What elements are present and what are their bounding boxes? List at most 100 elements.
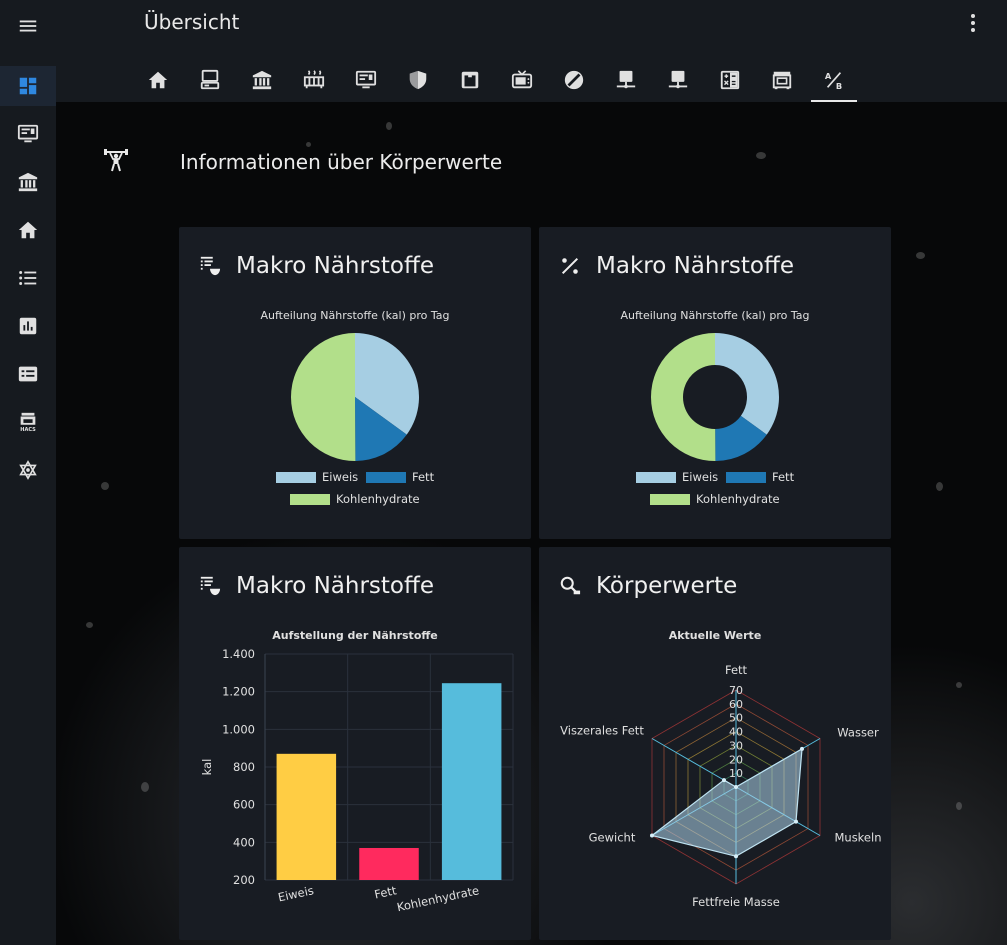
legend-item-eiweis[interactable]: Eiweis	[636, 470, 718, 484]
bar-fett	[359, 847, 419, 880]
radar-tick-label: 50	[729, 712, 743, 725]
x-tick-label: Fett	[373, 883, 398, 901]
radar-tick-label: 30	[729, 739, 743, 752]
page-title: Übersicht	[144, 10, 240, 34]
stove-icon	[772, 71, 792, 90]
monitor-icon	[17, 124, 39, 143]
legend-item-kohlenhydrate[interactable]: Kohlenhydrate	[650, 492, 780, 506]
legend-label: Eiweis	[682, 470, 719, 484]
radar-point-fettfreie-masse	[734, 854, 738, 859]
radar-tick-label: 10	[729, 767, 743, 780]
x-tick-label: Kohlenhydrate	[396, 883, 481, 914]
home-icon	[18, 221, 38, 239]
slice-kohlenhydrate	[290, 333, 356, 461]
radar-point-fett	[734, 785, 738, 789]
legend-item-kohlenhydrate[interactable]: Kohlenhydrate	[290, 492, 420, 506]
card-pie-makro: Makro Nährstoffe Aufteilung Nährstoffe (…	[179, 227, 531, 539]
tab-calculator[interactable]	[704, 58, 756, 102]
app-header: Übersicht AB	[56, 0, 1007, 102]
radiator-icon	[303, 70, 325, 89]
slice-eiweis	[715, 333, 779, 435]
more-vert-icon[interactable]	[963, 12, 983, 34]
legend-item-fett[interactable]: Fett	[726, 470, 794, 484]
y-tick-label: 1.000	[222, 722, 255, 736]
legend-label: Kohlenhydrate	[696, 492, 780, 506]
view-tabs: AB	[132, 58, 860, 102]
dashboard-icon	[19, 77, 37, 95]
radar-tick-label: 70	[729, 684, 743, 697]
sidebar-item-chart[interactable]	[0, 306, 56, 346]
shield-icon	[409, 70, 427, 90]
legend-item-fett[interactable]: Fett	[366, 470, 434, 484]
card-bar-makro: Makro Nährstoffe Aufstellung der Nährsto…	[179, 547, 531, 940]
tab-safe[interactable]	[444, 58, 496, 102]
bar-chart: 200 400 600 800 1.000 1.200 1.400 kal Eiweis Fett…	[200, 647, 514, 914]
gauge-icon	[564, 70, 584, 90]
hacs-icon: HACS	[20, 412, 36, 433]
legend-label: Fett	[772, 470, 795, 484]
radar-axis-label: Fettfreie Masse	[692, 895, 780, 909]
sidebar-item-dashboard[interactable]	[0, 66, 56, 106]
radar-axis-label: Viszerales Fett	[560, 724, 644, 738]
legend-label: Fett	[412, 470, 435, 484]
safe-icon	[461, 71, 479, 89]
tab-ab-testing[interactable]: AB	[808, 58, 860, 102]
radar-axis-label: Wasser	[837, 726, 879, 740]
network-icon	[19, 460, 37, 480]
radar-axis-label: Muskeln	[834, 831, 881, 845]
legend-label: Eiweis	[322, 470, 359, 484]
monitor-icon	[355, 70, 377, 89]
bank-icon	[252, 70, 272, 90]
tab-tv[interactable]	[496, 58, 548, 102]
sidebar-item-home[interactable]	[0, 210, 56, 250]
tab-radiator[interactable]	[288, 58, 340, 102]
bar-kohlenhydrate	[441, 683, 502, 880]
tab-server-2[interactable]	[652, 58, 704, 102]
sidebar-item-card-list[interactable]	[0, 354, 56, 394]
y-tick-label: 1.200	[222, 685, 255, 699]
legend-item-eiweis[interactable]: Eiweis	[276, 470, 358, 484]
menu-icon[interactable]	[0, 6, 56, 46]
radar-tick-label: 60	[729, 698, 743, 711]
tab-stove[interactable]	[756, 58, 808, 102]
server-icon	[616, 70, 636, 89]
sidebar-item-bank[interactable]	[0, 162, 56, 202]
sidebar-item-list[interactable]	[0, 258, 56, 298]
tab-gauge[interactable]	[548, 58, 600, 102]
desktop-icon	[200, 69, 220, 90]
ab-testing-icon: AB	[825, 71, 842, 91]
radar-axis-label: Fett	[725, 663, 748, 677]
calculator-icon	[720, 70, 740, 90]
sidebar-item-network[interactable]	[0, 450, 56, 490]
tab-desktop[interactable]	[184, 58, 236, 102]
sidebar-item-hacs[interactable]: HACS	[0, 402, 56, 442]
y-axis-label: kal	[200, 759, 214, 776]
sidebar-item-monitor[interactable]	[0, 114, 56, 154]
radar-point-muskeln	[794, 819, 799, 824]
card-list-icon	[18, 366, 38, 382]
radar-data-area	[650, 747, 803, 857]
x-tick-label: Eiweis	[277, 883, 315, 904]
radar-point-wasser	[800, 746, 805, 751]
bar-eiweis	[276, 753, 337, 880]
tab-shield[interactable]	[392, 58, 444, 102]
legend-label: Kohlenhydrate	[336, 492, 420, 506]
tab-home[interactable]	[132, 58, 184, 102]
svg-text:B: B	[836, 81, 842, 91]
y-tick-label: 800	[233, 760, 255, 774]
tab-server-1[interactable]	[600, 58, 652, 102]
card-doughnut-makro: Makro Nährstoffe Aufteilung Nährstoffe (…	[539, 227, 891, 539]
y-tick-label: 400	[233, 835, 255, 849]
card-radar-koerperwerte: Körperwerte Aktuelle Werte 10 20 30 40 50 60 7…	[539, 547, 891, 940]
chart-icon	[19, 317, 37, 335]
svg-text:HACS: HACS	[20, 427, 36, 433]
radar-chart: 10203040506070 Fett Wasser Muskeln Fettfreie…	[560, 663, 881, 909]
tab-bank[interactable]	[236, 58, 288, 102]
tab-monitor[interactable]	[340, 58, 392, 102]
server-icon	[668, 70, 688, 89]
sidebar: HACS	[0, 0, 57, 945]
y-tick-label: 1.400	[222, 647, 255, 661]
bank-icon	[18, 172, 38, 192]
section-title: Informationen über Körperwerte	[180, 150, 503, 174]
y-tick-label: 600	[233, 798, 255, 812]
